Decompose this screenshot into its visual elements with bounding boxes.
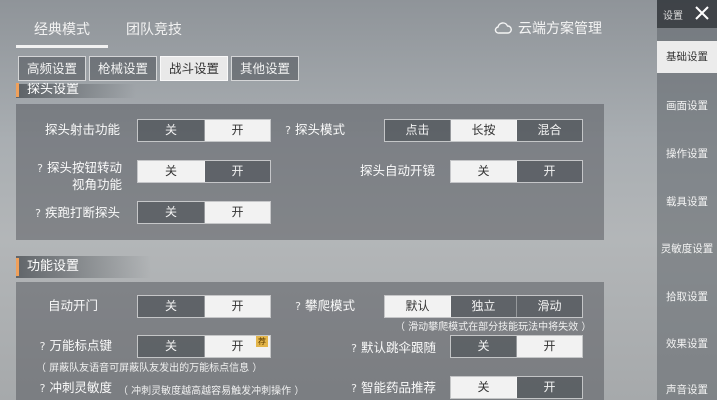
- subtab-high-frequency[interactable]: 高频设置: [18, 56, 87, 81]
- option-on[interactable]: 开: [205, 161, 270, 182]
- label-smart-medicine: ? 智能药品推荐: [330, 380, 436, 397]
- option-on[interactable]: 开: [517, 336, 582, 357]
- option-off[interactable]: 关: [138, 296, 205, 317]
- sidebar-item-sound[interactable]: 声音设置: [657, 382, 717, 397]
- label-sprint-sensitivity: ? 冲刺灵敏度: [20, 380, 112, 397]
- sidebar-item-sensitivity[interactable]: 灵敏度设置: [657, 241, 717, 256]
- option-off[interactable]: 关: [451, 336, 517, 357]
- option-on[interactable]: 开: [205, 120, 270, 141]
- label-climb-mode: ? 攀爬模式: [280, 298, 355, 315]
- settings-subtabs: 高频设置 枪械设置 战斗设置 其他设置: [18, 56, 300, 81]
- sidebar-header: 设置: [657, 0, 717, 28]
- close-icon[interactable]: [693, 4, 711, 22]
- cloud-scheme-button[interactable]: 云端方案管理: [494, 18, 602, 38]
- option-off[interactable]: 关: [138, 120, 205, 141]
- climb-mode-hint: （ 滑动攀爬模式在部分技能玩法中将失效 ）: [395, 322, 592, 333]
- help-icon[interactable]: ?: [40, 382, 46, 395]
- sidebar-item-graphics[interactable]: 画面设置: [657, 98, 717, 113]
- universal-mark-hint: （ 屏蔽队友语音可屏蔽队友发出的万能标点信息 ）: [36, 363, 263, 374]
- label-peek-mode-text: 探头模式: [294, 122, 345, 137]
- help-icon[interactable]: ?: [351, 382, 357, 395]
- label-line2: 视角功能: [71, 177, 122, 192]
- label-line1: 探头按钮转动: [46, 160, 122, 175]
- option-mixed[interactable]: 混合: [517, 120, 582, 141]
- sidebar-item-pickup[interactable]: 拾取设置: [657, 289, 717, 304]
- help-icon[interactable]: ?: [285, 124, 291, 137]
- option-on[interactable]: 开: [517, 377, 582, 398]
- sidebar-item-controls[interactable]: 操作设置: [657, 146, 717, 161]
- tab-classic-mode[interactable]: 经典模式: [16, 14, 108, 48]
- cloud-icon: [494, 22, 512, 34]
- label-universal-mark: ? 万能标点键: [20, 338, 112, 355]
- auto-door-toggle: 关 开: [137, 295, 271, 318]
- label-parachute-follow-text: 默认跳伞跟随: [360, 340, 436, 355]
- section-title-peek: 探头设置: [16, 83, 79, 97]
- option-off[interactable]: 关: [138, 202, 205, 223]
- label-sprint-interrupt-text: 疾跑打断探头: [44, 205, 120, 220]
- label-parachute-follow: ? 默认跳伞跟随: [330, 340, 436, 357]
- option-on[interactable]: 开: [205, 202, 270, 223]
- label-smart-medicine-text: 智能药品推荐: [360, 380, 436, 395]
- help-icon[interactable]: ?: [351, 342, 357, 355]
- label-auto-door: 自动开门: [47, 298, 98, 313]
- sidebar-item-effects[interactable]: 效果设置: [657, 336, 717, 351]
- option-slide[interactable]: 滑动: [517, 296, 582, 317]
- option-hold[interactable]: 长按: [451, 120, 517, 141]
- option-on[interactable]: 开: [205, 296, 270, 317]
- label-peek-mode: ? 探头模式: [270, 122, 345, 139]
- peek-auto-scope-toggle: 关 开: [450, 160, 583, 183]
- subtab-other[interactable]: 其他设置: [231, 56, 300, 81]
- peek-mode-selector: 点击 长按 混合: [384, 119, 583, 142]
- sprint-sensitivity-hint: （ 冲刺灵敏度越高越容易触发冲刺操作 ）: [118, 386, 305, 397]
- label-peek-auto-scope: 探头自动开镜: [359, 163, 435, 178]
- section-title-function: 功能设置: [16, 258, 79, 276]
- option-on[interactable]: 开: [517, 161, 582, 182]
- option-off[interactable]: 关: [451, 377, 517, 398]
- option-tap[interactable]: 点击: [385, 120, 451, 141]
- option-independent[interactable]: 独立: [451, 296, 517, 317]
- option-off[interactable]: 关: [138, 161, 205, 182]
- label-climb-mode-text: 攀爬模式: [304, 298, 355, 313]
- tab-team-deathmatch[interactable]: 团队竞技: [108, 14, 200, 48]
- mode-tabs: 经典模式 团队竞技: [16, 14, 200, 48]
- universal-mark-toggle: 关 开 荐: [137, 335, 271, 358]
- option-default[interactable]: 默认: [385, 296, 451, 317]
- peek-button-rotate-toggle: 关 开: [137, 160, 271, 183]
- climb-mode-selector: 默认 独立 滑动: [384, 295, 583, 318]
- help-icon[interactable]: ?: [37, 162, 43, 175]
- help-icon[interactable]: ?: [35, 207, 41, 220]
- recommended-badge: 荐: [256, 336, 268, 347]
- option-off[interactable]: 关: [451, 161, 517, 182]
- peek-fire-toggle: 关 开: [137, 119, 271, 142]
- subtab-weapon[interactable]: 枪械设置: [89, 56, 158, 81]
- label-peek-button-rotate: ? 探头按钮转动 视角功能: [20, 160, 122, 193]
- label-peek-fire: 探头射击功能: [44, 122, 120, 137]
- cloud-scheme-label: 云端方案管理: [518, 21, 602, 37]
- option-off[interactable]: 关: [138, 336, 205, 357]
- option-on-label: 开: [231, 339, 244, 353]
- sidebar-item-basic[interactable]: 基础设置: [657, 41, 717, 73]
- smart-medicine-toggle: 关 开: [450, 376, 583, 399]
- help-icon[interactable]: ?: [40, 340, 46, 353]
- label-sprint-sensitivity-text: 冲刺灵敏度: [49, 380, 112, 395]
- sprint-interrupt-toggle: 关 开: [137, 201, 271, 224]
- option-on[interactable]: 开 荐: [205, 336, 270, 357]
- label-universal-mark-text: 万能标点键: [49, 338, 112, 353]
- label-sprint-interrupt: ? 疾跑打断探头: [20, 205, 120, 222]
- parachute-follow-toggle: 关 开: [450, 335, 583, 358]
- settings-title: 设置: [663, 11, 683, 22]
- settings-sidebar: 设置 基础设置 画面设置 操作设置 载具设置 灵敏度设置 拾取设置 效果设置 声…: [657, 0, 717, 400]
- subtab-combat[interactable]: 战斗设置: [160, 56, 229, 81]
- sidebar-item-vehicle[interactable]: 载具设置: [657, 194, 717, 209]
- help-icon[interactable]: ?: [295, 300, 301, 313]
